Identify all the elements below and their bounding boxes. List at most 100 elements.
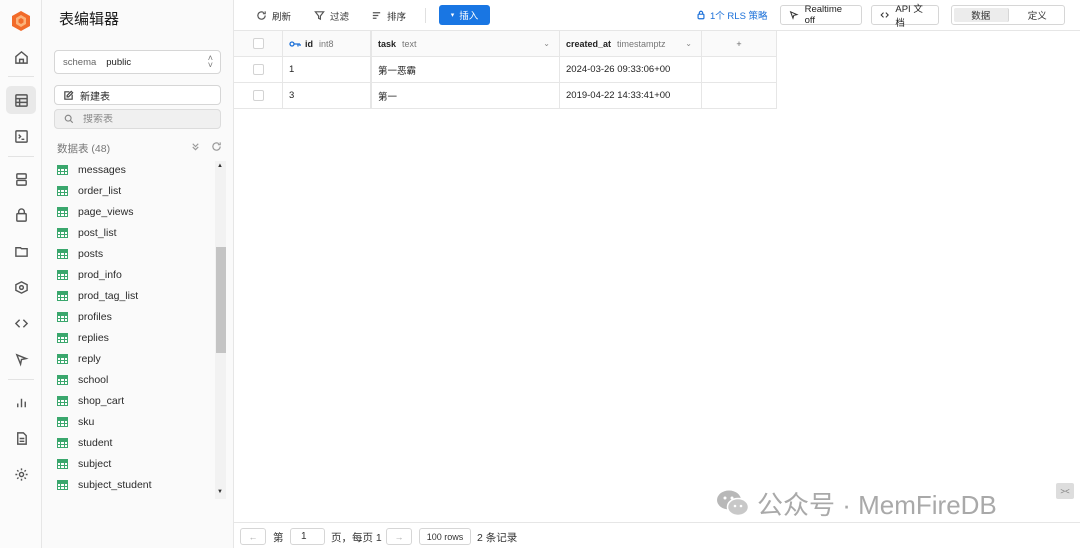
rows-per-page-select[interactable]: 100 rows [419,528,471,545]
home-icon[interactable] [9,45,33,69]
table-list-item[interactable]: subject_student [57,474,217,495]
api-icon[interactable] [9,311,33,335]
table-icon [57,290,68,301]
watermark-text: 公众号 · MemFireDB [757,489,997,520]
next-page-button[interactable]: → [386,528,412,545]
table-list-item[interactable]: replies [57,327,217,348]
table-search-input[interactable] [83,113,203,125]
tab-definition[interactable]: 定义 [1011,6,1065,24]
table-list-item[interactable]: profiles [57,306,217,327]
cell-task[interactable]: 第一恶霸 [371,57,560,82]
pagination-bar: ← 第 1 页，每页 1 → 100 rows 2 条记录 [234,522,1080,548]
table-icon [57,185,68,196]
select-all-cell [234,31,283,56]
reports-icon[interactable] [9,390,33,414]
cell-task[interactable]: 第一 [371,83,560,108]
table-list-item[interactable]: shop_cart [57,390,217,411]
column-type: int8 [319,38,334,49]
api-docs-label: API 文档 [895,4,923,29]
table-list-item[interactable]: posts [57,243,217,264]
edge-functions-icon[interactable] [9,275,33,299]
watermark: 公众号 · MemFireDB [716,486,997,520]
app-window: 表编辑器 schema public ˄˅ 新建表 数据表 (48) messa… [0,0,1080,548]
auth-icon[interactable] [9,203,33,227]
table-list-item[interactable]: order_list [57,180,217,201]
prev-page-button[interactable]: ← [240,528,266,545]
table-list-item[interactable]: subject [57,453,217,474]
logs-icon[interactable] [9,426,33,450]
column-header-created-at[interactable]: created_at timestamptz ⌄ [560,31,702,56]
table-list-item[interactable]: school [57,369,217,390]
realtime-button[interactable]: Realtime off [780,4,862,26]
table-list-item[interactable]: prod_tag_list [57,285,217,306]
cursor-icon[interactable] [9,347,33,371]
select-all-checkbox[interactable] [252,38,264,49]
rls-label: 1个 RLS 策略 [710,11,768,22]
table-name: prod_tag_list [78,289,139,302]
cell-id[interactable]: 1 [283,57,371,82]
table-list-item[interactable]: post_list [57,222,217,243]
column-header-task[interactable]: task text ⌄ [371,31,560,56]
logo-icon[interactable] [11,10,31,32]
cell-id[interactable]: 3 [283,83,371,108]
schema-select[interactable]: schema public ˄ ˅ [54,50,221,74]
table-list-item[interactable]: reply [57,348,217,369]
primary-key-icon [289,40,301,47]
table-list-item[interactable]: sku [57,411,217,432]
scrollbar-thumb[interactable] [216,247,226,353]
scroll-down-arrow[interactable]: ▼ [217,489,223,495]
chevron-down-icon[interactable]: ⌄ [685,39,692,48]
filter-button[interactable]: 过滤 [314,7,349,24]
table-icon [57,227,68,238]
table-name: subject_student [78,478,152,491]
row-checkbox[interactable] [252,64,264,75]
new-table-label: 新建表 [80,91,110,103]
table-list-item[interactable]: messages [57,159,217,180]
table-name: replies [78,331,109,344]
cell-created-at[interactable]: 2024-03-26 09:33:06+00 [560,57,702,82]
table-name: prod_info [78,268,122,281]
collapse-all-icon[interactable] [190,141,201,152]
cell-empty [702,57,777,82]
sql-editor-icon[interactable] [9,124,33,148]
column-name: task [378,38,397,49]
tab-data[interactable]: 数据 [954,8,1009,22]
table-sidebar: 表编辑器 schema public ˄˅ 新建表 数据表 (48) messa… [42,0,234,548]
table-list-item[interactable]: page_views [57,201,217,222]
cell-created-at[interactable]: 2019-04-22 14:33:41+00 [560,83,702,108]
row-checkbox[interactable] [252,90,264,101]
table-search[interactable] [54,109,221,129]
sort-button[interactable]: 排序 [371,7,406,24]
column-header-id[interactable]: id int8 [283,31,371,56]
storage-icon[interactable] [9,239,33,263]
rls-policy-link[interactable]: 1个 RLS 策略 [696,8,768,22]
table-icon [57,164,68,175]
refresh-icon[interactable] [211,141,222,152]
scroll-up-arrow[interactable]: ▲ [217,163,223,169]
filter-label: 过滤 [330,11,350,23]
table-list-scrollbar[interactable]: ▲ ▼ [215,161,226,499]
table-icon [57,395,68,406]
table-icon [57,458,68,469]
table-list-item[interactable]: student [57,432,217,453]
table-row[interactable]: 1 第一恶霸 2024-03-26 09:33:06+00 [234,57,777,83]
new-table-button[interactable]: 新建表 [54,85,221,105]
table-name: subject [78,457,112,470]
data-grid: id int8 task text ⌄ created_at timestamp… [234,31,777,109]
chevron-down-icon[interactable]: ⌄ [543,39,550,48]
table-editor-icon[interactable] [6,86,36,114]
table-icon [57,206,68,217]
page-number-input[interactable]: 1 [290,528,325,545]
refresh-button[interactable]: 刷新 [256,7,291,24]
settings-icon[interactable] [9,462,33,486]
table-row[interactable]: 3 第一 2019-04-22 14:33:41+00 [234,83,777,109]
refresh-icon [257,11,266,20]
table-name: reply [78,352,101,365]
table-icon [57,248,68,259]
table-name: school [78,373,109,386]
insert-button[interactable]: ▾ 插入 [439,5,490,25]
database-icon[interactable] [9,167,33,191]
add-column-button[interactable]: + [702,31,777,56]
table-list-item[interactable]: prod_info [57,264,217,285]
api-docs-button[interactable]: API 文档 [871,4,939,29]
